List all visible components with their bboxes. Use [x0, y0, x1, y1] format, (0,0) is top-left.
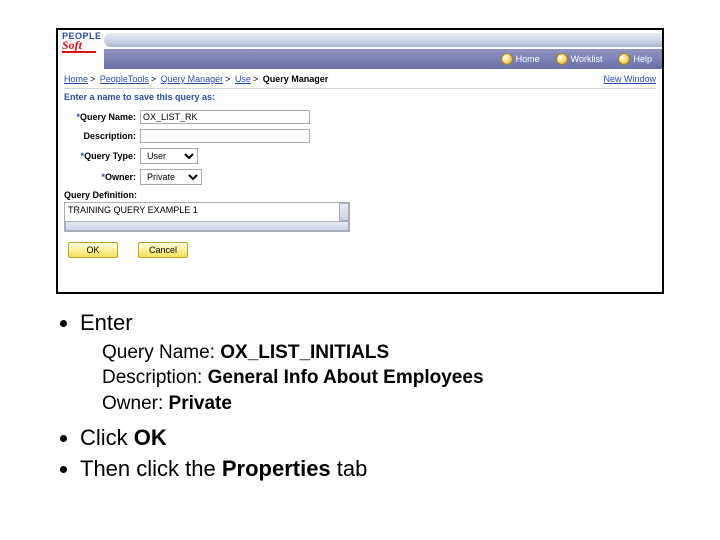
nav-worklist[interactable]: Worklist — [556, 53, 603, 65]
new-window-link[interactable]: New Window — [603, 74, 656, 84]
description-label: Description: — [64, 131, 140, 141]
query-name-label: *Query Name: — [64, 112, 140, 122]
query-type-select[interactable]: User — [140, 148, 198, 164]
save-query-form: Enter a name to save this query as: *Que… — [64, 92, 656, 258]
line-owner: Owner: Private — [102, 391, 664, 417]
app-screenshot: PEOPLE Soft Home Worklist Help Home> Peo… — [56, 28, 664, 294]
nav-help[interactable]: Help — [618, 53, 652, 65]
sub-bullets: Query Name: OX_LIST_INITIALS Description… — [102, 340, 664, 417]
form-prompt: Enter a name to save this query as: — [64, 92, 656, 102]
line-query-name: Query Name: OX_LIST_INITIALS — [102, 340, 664, 366]
scrollbar-vertical[interactable] — [339, 203, 349, 221]
header-bar — [104, 33, 662, 47]
crumb-current: Query Manager — [263, 74, 329, 84]
worklist-icon — [556, 53, 568, 65]
crumb-home[interactable]: Home — [64, 74, 88, 84]
slide-bullets: Enter Query Name: OX_LIST_INITIALS Descr… — [56, 308, 664, 484]
query-definition-label: Query Definition: — [64, 190, 137, 200]
owner-select[interactable]: Private — [140, 169, 202, 185]
nav-home[interactable]: Home — [501, 53, 540, 65]
query-type-label: *Query Type: — [64, 151, 140, 161]
query-definition-value: TRAINING QUERY EXAMPLE 1 — [68, 205, 198, 215]
crumb-peopletools[interactable]: PeopleTools — [100, 74, 149, 84]
breadcrumb: Home> PeopleTools> Query Manager> Use> Q… — [64, 74, 656, 89]
description-input[interactable] — [140, 129, 310, 143]
bullet-click-ok: Click OK — [80, 423, 664, 453]
ok-button[interactable]: OK — [68, 242, 118, 258]
scrollbar-horizontal[interactable] — [65, 221, 349, 231]
bullet-click-properties: Then click the Properties tab — [80, 454, 664, 484]
peoplesoft-logo: PEOPLE Soft — [62, 32, 106, 53]
logo-bottom: Soft — [62, 40, 96, 53]
query-definition-textarea[interactable]: TRAINING QUERY EXAMPLE 1 — [64, 202, 350, 232]
nav-bar: Home Worklist Help — [104, 49, 662, 69]
owner-label: *Owner: — [64, 172, 140, 182]
nav-home-label: Home — [516, 54, 540, 64]
nav-help-label: Help — [633, 54, 652, 64]
help-icon — [618, 53, 630, 65]
query-name-input[interactable] — [140, 110, 310, 124]
cancel-button[interactable]: Cancel — [138, 242, 188, 258]
line-description: Description: General Info About Employee… — [102, 365, 664, 391]
crumb-use[interactable]: Use — [235, 74, 251, 84]
home-icon — [501, 53, 513, 65]
nav-worklist-label: Worklist — [571, 54, 603, 64]
bullet-enter: Enter — [80, 308, 664, 338]
crumb-query-manager[interactable]: Query Manager — [161, 74, 224, 84]
